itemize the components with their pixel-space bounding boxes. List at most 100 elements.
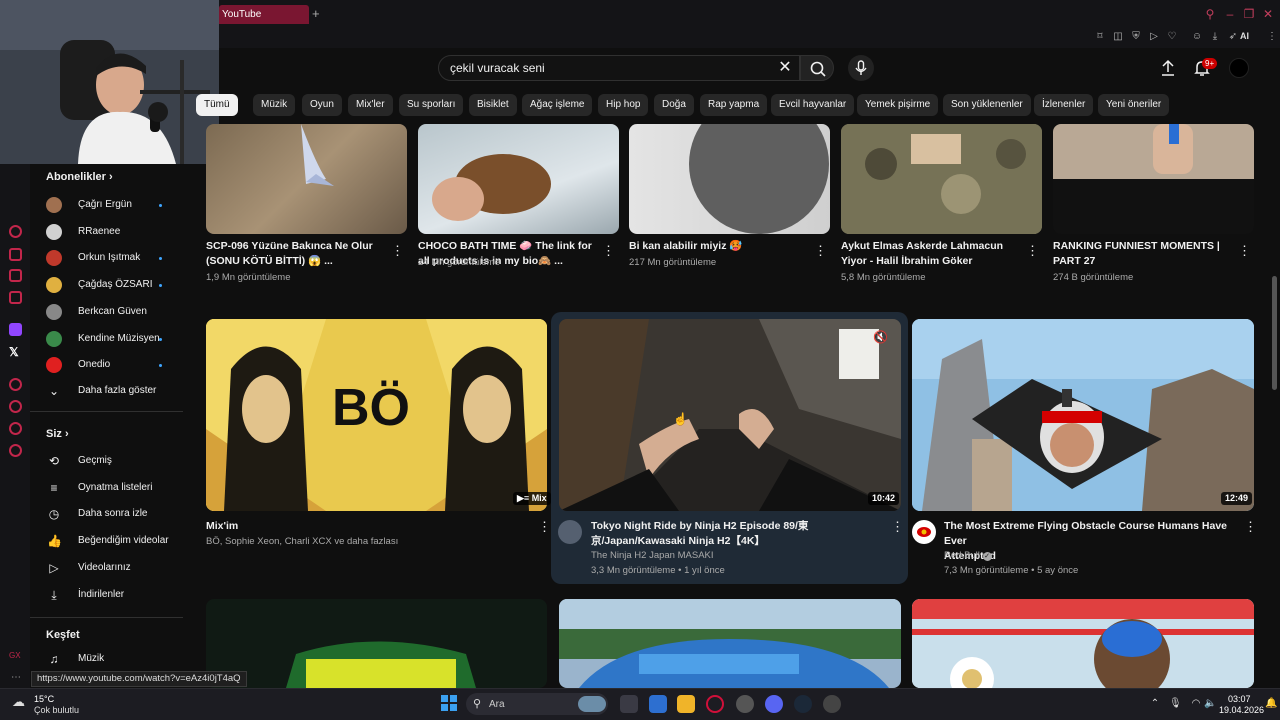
voice-search-button[interactable] bbox=[848, 55, 874, 81]
chip-8[interactable]: Doğa bbox=[654, 94, 694, 116]
video-title[interactable]: Tokyo Night Ride by Ninja H2 Episode 89/… bbox=[591, 519, 861, 549]
send-icon[interactable]: ➶ bbox=[1226, 30, 1240, 44]
weather-cloud-icon[interactable]: ☁ bbox=[12, 694, 30, 710]
subscription-item[interactable]: Kendine Müzisyen bbox=[78, 333, 160, 344]
video-menu-icon[interactable]: ⋮ bbox=[1244, 520, 1257, 534]
gx-icon[interactable]: GX bbox=[9, 651, 21, 660]
clock-date[interactable]: 19.04.2026 bbox=[1219, 705, 1264, 715]
sidebar-chat-icon[interactable] bbox=[9, 248, 22, 261]
video-thumbnail[interactable] bbox=[559, 599, 901, 688]
mute-icon[interactable]: 🔇 bbox=[873, 330, 891, 346]
heart-icon[interactable]: ♡ bbox=[1165, 30, 1179, 44]
video-menu-icon[interactable]: ⋮ bbox=[602, 244, 615, 258]
x-twitter-icon[interactable]: 𝕏 bbox=[9, 345, 19, 359]
you-item[interactable]: Beğendiğim videolar bbox=[78, 535, 169, 546]
subscription-item[interactable]: Çağdaş ÖZSARI bbox=[78, 279, 152, 290]
steam-icon[interactable] bbox=[794, 695, 812, 713]
chip-13[interactable]: İzlenenler bbox=[1034, 94, 1094, 116]
chip-12[interactable]: Son yüklenenler bbox=[943, 94, 1031, 116]
chip-2[interactable]: Oyun bbox=[302, 94, 342, 116]
file-explorer-icon[interactable] bbox=[677, 695, 695, 713]
close-icon[interactable]: ✕ bbox=[1261, 7, 1275, 21]
video-menu-icon[interactable]: ⋮ bbox=[538, 520, 551, 534]
snapshot-icon[interactable]: ◫ bbox=[1111, 30, 1125, 44]
sidebar-pinboard-icon[interactable] bbox=[9, 422, 22, 435]
video-title[interactable]: SCP-096 Yüzüne Bakınca Ne Olur (SONU KÖTÜ… bbox=[206, 239, 386, 269]
wifi-icon[interactable]: ◠ bbox=[1190, 698, 1202, 710]
minimize-icon[interactable]: – bbox=[1223, 7, 1237, 21]
you-item[interactable]: Daha sonra izle bbox=[78, 508, 147, 519]
channel-avatar[interactable] bbox=[558, 520, 582, 544]
opera-gx-icon[interactable] bbox=[706, 695, 724, 713]
video-menu-icon[interactable]: ⋮ bbox=[1238, 244, 1251, 258]
video-thumbnail[interactable] bbox=[912, 599, 1254, 688]
more-icon[interactable]: ⋯ bbox=[11, 672, 21, 683]
twitch-icon[interactable] bbox=[9, 323, 22, 336]
mix-title[interactable]: Mix'im bbox=[206, 519, 238, 534]
search-button[interactable] bbox=[800, 55, 834, 81]
subscription-item[interactable]: Orkun Işıtmak bbox=[78, 252, 140, 263]
channel-name[interactable]: The Ninja H2 Japan MASAKI bbox=[591, 549, 714, 563]
search-highlight-icon[interactable] bbox=[578, 696, 606, 712]
play-icon[interactable]: ▷ bbox=[1147, 30, 1161, 44]
channel-name[interactable]: Red Bull ✓ bbox=[944, 549, 992, 563]
you-item[interactable]: Oynatma listeleri bbox=[78, 482, 152, 493]
downloads-icon[interactable]: ⤓ bbox=[1208, 30, 1222, 44]
show-more-link[interactable]: Daha fazla göster bbox=[78, 385, 156, 396]
microphone-tray-icon[interactable]: 🎙 bbox=[1169, 698, 1182, 710]
bookmark-icon[interactable]: ⌑ bbox=[1093, 30, 1107, 44]
show-hidden-icons[interactable]: ⌃ bbox=[1149, 698, 1161, 710]
you-header[interactable]: Siz › bbox=[46, 428, 69, 440]
sidebar-mail-icon[interactable] bbox=[9, 291, 22, 304]
channel-avatar[interactable] bbox=[912, 520, 936, 544]
subscription-item[interactable]: Onedio bbox=[78, 359, 110, 370]
app-icon[interactable] bbox=[823, 695, 841, 713]
chip-9[interactable]: Rap yapma bbox=[700, 94, 768, 116]
search-query[interactable]: çekil vuracak seni bbox=[450, 61, 545, 75]
subscription-item[interactable]: RRaenee bbox=[78, 226, 120, 237]
chip-11[interactable]: Yemek pişirme bbox=[857, 94, 939, 116]
chip-10[interactable]: Evcil hayvanlar bbox=[771, 94, 855, 116]
page-scrollbar[interactable] bbox=[1272, 276, 1277, 390]
shield-icon[interactable]: ⛨ bbox=[1129, 30, 1143, 44]
subscription-item[interactable]: Çağrı Ergün bbox=[78, 199, 132, 210]
sidebar-update-icon[interactable] bbox=[9, 225, 22, 238]
clear-search-icon[interactable]: ✕ bbox=[776, 58, 794, 78]
chip-14[interactable]: Yeni öneriler bbox=[1098, 94, 1170, 116]
chip-3[interactable]: Mix'ler bbox=[348, 94, 393, 116]
video-thumbnail[interactable] bbox=[912, 319, 1254, 511]
search-tabs-icon[interactable]: ⚲ bbox=[1203, 7, 1217, 21]
video-title[interactable]: Aykut Elmas Askerde Lahmacun Yiyor - Hali… bbox=[841, 239, 1021, 269]
taskbar-search-label[interactable]: Ara bbox=[489, 699, 505, 710]
menu-icon[interactable]: ⋮ bbox=[1265, 30, 1279, 44]
video-title[interactable]: Bi kan alabilir miyiz 🥵 bbox=[629, 239, 809, 254]
video-title[interactable]: RANKING FUNNIEST MOMENTS | PART 27 bbox=[1053, 239, 1233, 269]
account-avatar[interactable] bbox=[1229, 58, 1249, 78]
video-menu-icon[interactable]: ⋮ bbox=[814, 244, 827, 258]
create-upload-icon[interactable] bbox=[1158, 58, 1178, 78]
video-thumbnail[interactable] bbox=[841, 124, 1042, 234]
you-item[interactable]: İndirilenler bbox=[78, 589, 124, 600]
video-thumbnail-playing[interactable] bbox=[559, 319, 901, 511]
sidebar-settings-icon[interactable] bbox=[9, 444, 22, 457]
weather-description[interactable]: Çok bulutlu bbox=[34, 705, 79, 715]
clock-time[interactable]: 03:07 bbox=[1228, 694, 1251, 704]
store-icon[interactable] bbox=[649, 695, 667, 713]
chip-4[interactable]: Su sporları bbox=[399, 94, 464, 116]
video-menu-icon[interactable]: ⋮ bbox=[891, 520, 904, 534]
video-thumbnail[interactable] bbox=[418, 124, 619, 234]
you-item[interactable]: Videolarınız bbox=[78, 562, 131, 573]
explore-item-music[interactable]: Müzik bbox=[78, 653, 104, 664]
sidebar-player-icon[interactable] bbox=[9, 378, 22, 391]
chip-5[interactable]: Bisiklet bbox=[469, 94, 517, 116]
ai-button[interactable]: AI bbox=[1240, 31, 1249, 41]
discord-icon[interactable] bbox=[765, 695, 783, 713]
browser-tab-youtube[interactable]: YouTube bbox=[219, 5, 309, 24]
settings-app-icon[interactable] bbox=[736, 695, 754, 713]
you-item[interactable]: Geçmiş bbox=[78, 455, 112, 466]
volume-icon[interactable]: 🔈 bbox=[1204, 698, 1216, 710]
windows-start-icon[interactable] bbox=[441, 695, 457, 711]
video-menu-icon[interactable]: ⋮ bbox=[391, 244, 404, 258]
video-thumbnail[interactable] bbox=[206, 124, 407, 234]
subscriptions-header[interactable]: Abonelikler › bbox=[46, 171, 113, 183]
